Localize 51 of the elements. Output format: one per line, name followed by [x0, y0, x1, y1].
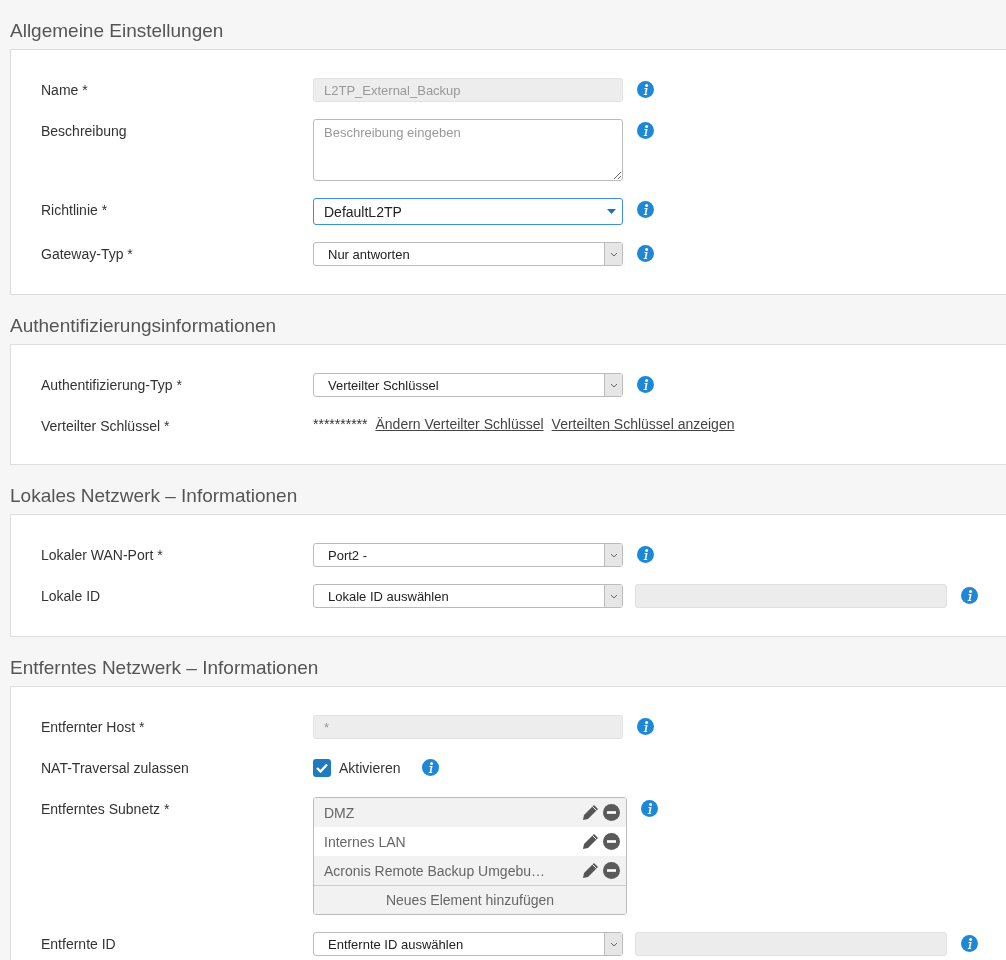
info-icon[interactable] — [637, 546, 654, 563]
field-label: Lokaler WAN-Port * — [41, 546, 164, 565]
caret-icon — [607, 209, 616, 214]
pencil-icon[interactable] — [582, 862, 599, 879]
masked-key: ********** — [313, 416, 368, 432]
dropdown[interactable]: DefaultL2TP — [313, 198, 623, 225]
section-title: Entferntes Netzwerk – Informationen — [9, 656, 320, 680]
field-label: Name * — [41, 81, 89, 100]
info-icon[interactable] — [637, 376, 654, 393]
remove-icon[interactable] — [603, 804, 620, 821]
info-icon[interactable] — [637, 245, 654, 262]
chevron-icon — [609, 552, 618, 558]
info-icon[interactable] — [961, 587, 978, 604]
field-label: NAT-Traversal zulassen — [41, 759, 190, 778]
key-link[interactable]: Verteilten Schlüssel anzeigen — [551, 416, 735, 432]
remove-icon[interactable] — [603, 862, 620, 879]
dropdown[interactable]: Lokale ID auswählen — [313, 584, 623, 608]
section-title: Allgemeine Einstellungen — [9, 19, 225, 43]
chevron-icon — [609, 941, 618, 947]
field-label: Entferntes Subnetz * — [41, 800, 171, 819]
info-icon[interactable] — [961, 935, 978, 952]
field-label: Entfernter Host * — [41, 718, 146, 737]
pencil-icon[interactable] — [582, 804, 599, 821]
pencil-icon[interactable] — [582, 833, 599, 850]
field-label: Entfernte ID — [41, 935, 117, 954]
chevron-icon — [609, 382, 618, 388]
field-label: Richtlinie * — [41, 201, 109, 220]
info-icon[interactable] — [637, 122, 654, 139]
description-field[interactable]: Beschreibung eingeben — [313, 119, 623, 181]
add-item-button[interactable]: Neues Element hinzufügen — [314, 885, 626, 914]
list-item[interactable]: Internes LAN — [324, 833, 578, 850]
field-label: Authentifizierung-Typ * — [41, 376, 183, 395]
info-icon[interactable] — [637, 201, 654, 218]
field-label: Lokale ID — [41, 587, 102, 606]
info-icon[interactable] — [641, 800, 658, 817]
field-label: Beschreibung — [41, 122, 128, 141]
dropdown[interactable]: Verteilter Schlüssel — [313, 373, 623, 397]
field-label: Verteilter Schlüssel * — [41, 417, 171, 436]
dropdown[interactable]: Port2 - — [313, 543, 623, 567]
remove-icon[interactable] — [603, 833, 620, 850]
chevron-icon — [609, 251, 618, 257]
dropdown[interactable]: Entfernte ID auswählen — [313, 932, 623, 956]
info-icon[interactable] — [422, 759, 440, 776]
checkbox[interactable] — [313, 759, 331, 777]
dropdown[interactable]: Nur antworten — [313, 242, 623, 266]
field-label: Gateway-Typ * — [41, 245, 134, 264]
checkbox-label: Aktivieren — [339, 760, 401, 776]
chevron-icon — [609, 593, 618, 599]
section-title: Authentifizierungsinformationen — [9, 314, 278, 338]
key-link[interactable]: Ändern Verteilter Schlüssel — [375, 416, 544, 432]
section-title: Lokales Netzwerk – Informationen — [9, 484, 299, 508]
